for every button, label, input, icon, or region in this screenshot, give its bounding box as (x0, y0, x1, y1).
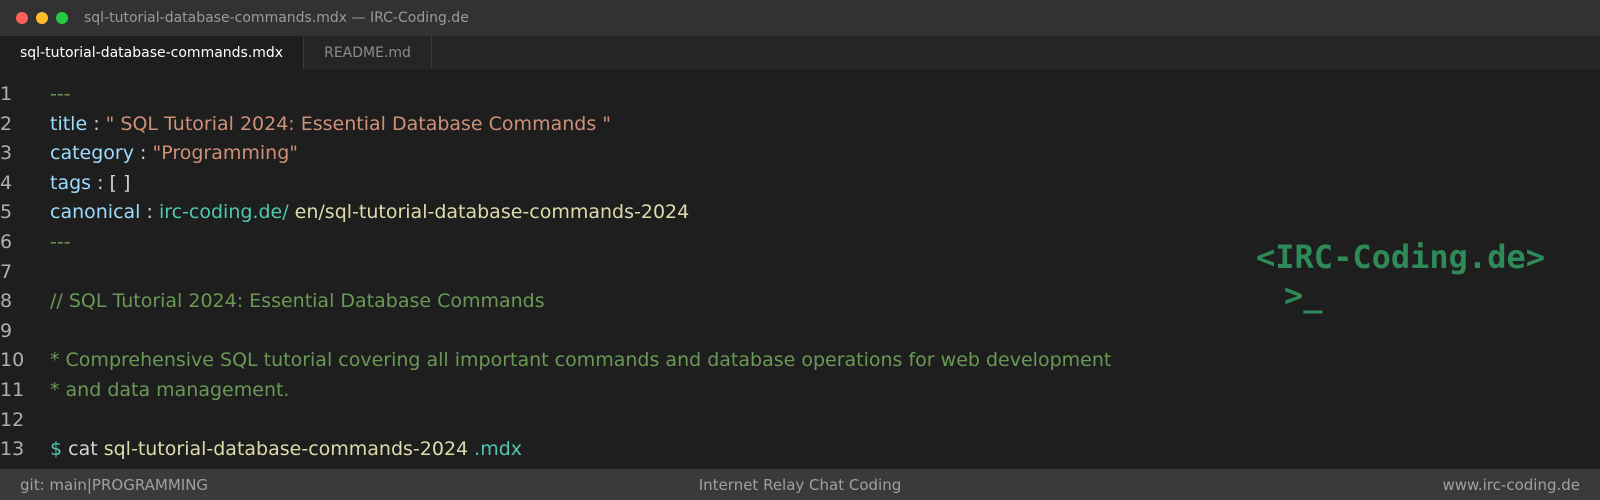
code-token: --- (50, 83, 71, 105)
title-bar: sql-tutorial-database-commands.mdx — IRC… (0, 0, 1600, 36)
minimize-window-button[interactable] (36, 12, 48, 24)
code-content: --- (50, 227, 71, 257)
line-number: 13 (0, 438, 25, 461)
line-number: 4 (0, 171, 13, 194)
tab-bar: sql-tutorial-database-commands.mdx READM… (0, 36, 1600, 69)
line-number: 1 (0, 83, 13, 105)
logo-text: <IRC-Coding.de> (1256, 238, 1545, 276)
code-content: // SQL Tutorial 2024: Essential Database… (50, 286, 545, 316)
code-token: .mdx (468, 438, 523, 461)
irc-coding-logo: <IRC-Coding.de> >_ (1256, 238, 1545, 314)
code-token: tags (50, 171, 92, 194)
line-number: 3 (0, 142, 13, 165)
line-number: 9 (0, 319, 13, 342)
maximize-window-button[interactable] (56, 12, 68, 24)
code-content: * and data management. (50, 375, 289, 405)
editor-window: sql-tutorial-database-commands.mdx — IRC… (0, 0, 1600, 500)
code-content: canonical : irc-coding.de/ en/sql-tutori… (50, 197, 689, 227)
status-website[interactable]: www.irc-coding.de (1442, 476, 1580, 494)
code-token: * and data management. (50, 379, 290, 401)
code-token: $ (50, 438, 63, 461)
line-number: 6 (0, 231, 13, 253)
window-title: sql-tutorial-database-commands.mdx — IRC… (84, 10, 469, 26)
line-number: 7 (0, 260, 13, 283)
status-bar: git: main|PROGRAMMING Internet Relay Cha… (0, 469, 1600, 500)
code-token: --- (50, 231, 71, 253)
code-token: " SQL Tutorial 2024: Essential Database … (105, 112, 611, 135)
line-number: 10 (0, 349, 25, 372)
line-number: 11 (0, 379, 25, 401)
code-token: cat (62, 438, 104, 461)
code-content: --- (50, 79, 71, 109)
code-content: * Comprehensive SQL tutorial covering al… (50, 345, 1111, 375)
code-content: $ cat sql-tutorial-database-commands-202… (50, 434, 522, 464)
tab-readme[interactable]: README.md (304, 36, 432, 69)
code-token: category (50, 142, 134, 165)
tab-sql-tutorial[interactable]: sql-tutorial-database-commands.mdx (0, 36, 305, 69)
code-token: : (140, 201, 159, 224)
code-token: sql-tutorial-database-commands-2024 (103, 438, 469, 461)
line-number: 12 (0, 408, 25, 431)
code-token: // SQL Tutorial 2024: Essential Database… (50, 290, 545, 313)
logo-prompt: >_ (1284, 276, 1323, 314)
close-window-button[interactable] (16, 12, 28, 24)
status-center-text: Internet Relay Chat Coding (698, 475, 902, 494)
code-content: category : "Programming" (50, 138, 298, 168)
code-token: "Programming" (152, 142, 299, 165)
code-token: canonical (50, 201, 141, 224)
code-content: tags : [ ] (50, 168, 130, 198)
code-token: irc-coding.de/ (158, 201, 289, 224)
line-number: 2 (0, 112, 13, 135)
line-number: 5 (0, 201, 13, 224)
code-token: : (133, 142, 153, 165)
code-token: title (50, 112, 88, 135)
code-token: : [ ] (91, 171, 131, 194)
code-token: * Comprehensive SQL tutorial covering al… (50, 349, 1112, 372)
line-number: 8 (0, 290, 13, 313)
code-token: en/sql-tutorial-database-commands-2024 (288, 201, 690, 224)
code-content: title : " SQL Tutorial 2024: Essential D… (50, 109, 611, 139)
code-token: : (87, 112, 106, 135)
window-controls (16, 12, 68, 24)
